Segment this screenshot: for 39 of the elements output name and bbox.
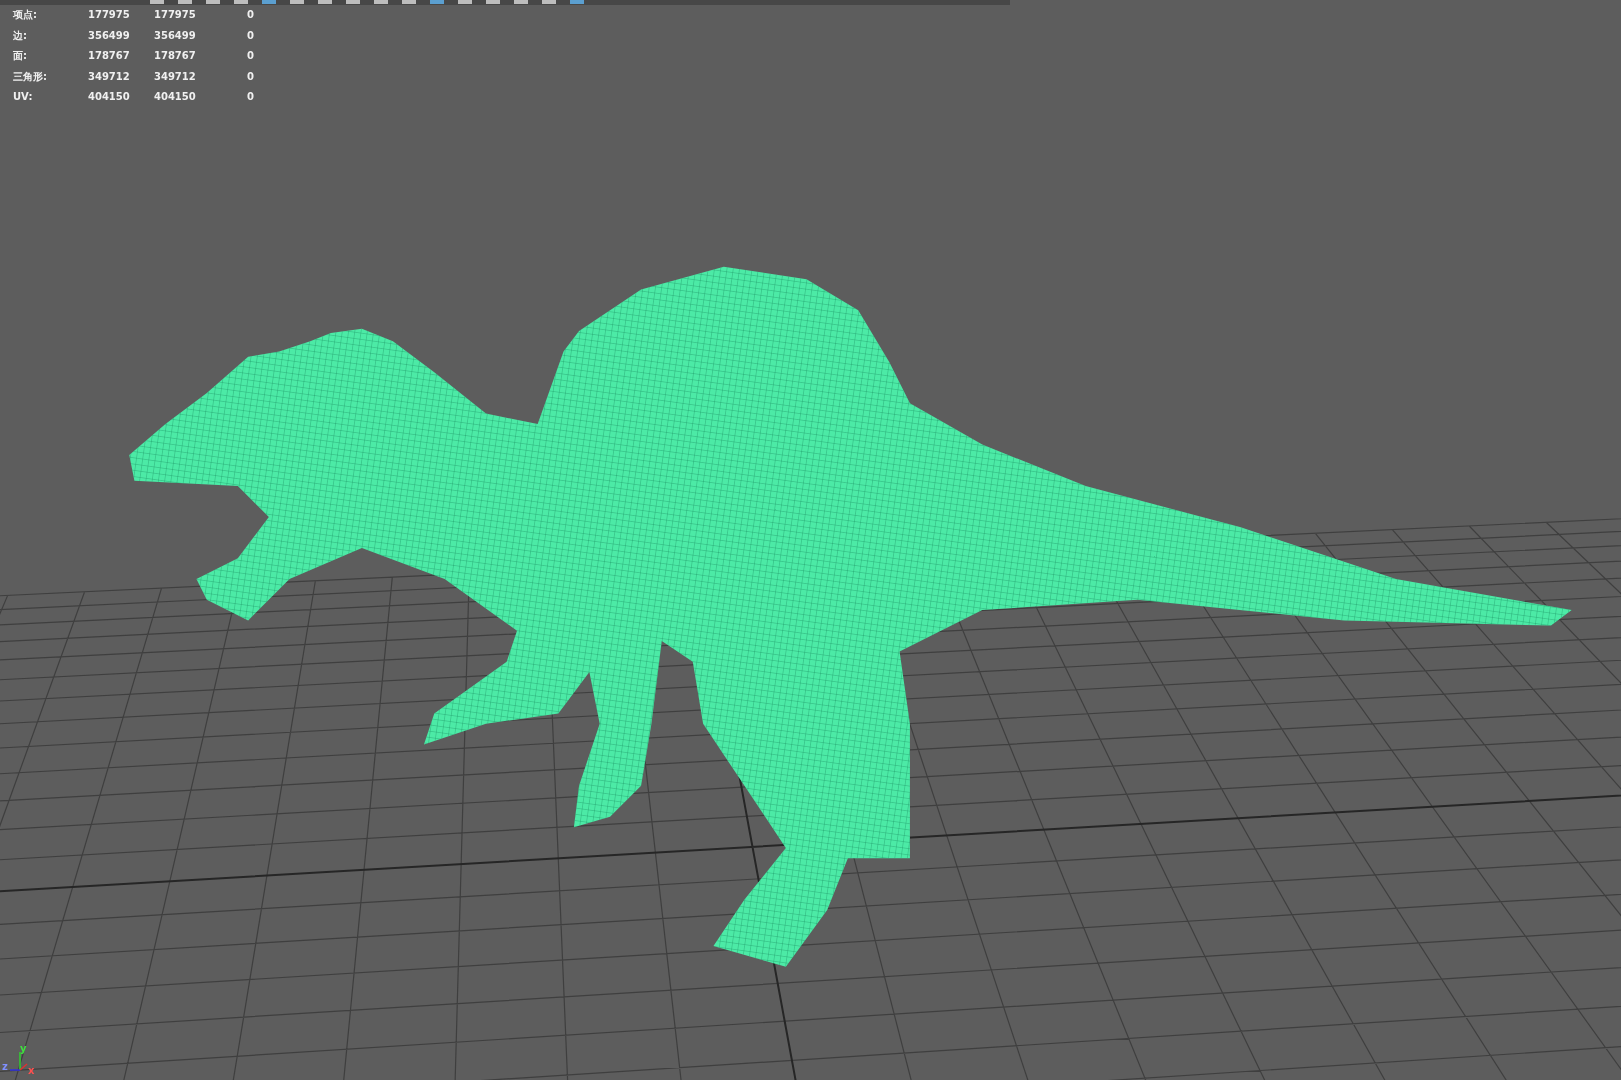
axis-label: x [28, 1066, 35, 1076]
stat-value: 177975 [88, 8, 131, 22]
stat-label: 边: [13, 28, 28, 43]
stat-value: 177975 [154, 8, 197, 22]
toolbar-icon[interactable] [346, 0, 360, 4]
stat-value: 178767 [154, 49, 197, 63]
stat-value: 349712 [154, 69, 197, 84]
stat-label: 项点: [13, 8, 38, 22]
toolbar-icon[interactable] [514, 0, 528, 4]
toolbar-icon[interactable] [234, 0, 248, 4]
toolbar-icon[interactable] [262, 0, 276, 4]
toolbar-icon[interactable] [178, 0, 192, 4]
toolbar-icon[interactable] [290, 0, 304, 4]
stat-value: 356499 [154, 28, 197, 43]
stat-label: 面: [13, 49, 28, 63]
toolbar-icon[interactable] [542, 0, 556, 4]
stat-value: 0 [246, 28, 255, 43]
stat-label: 三角形: [13, 69, 48, 84]
toolbar-icon[interactable] [570, 0, 584, 4]
axis-label: y [20, 1044, 27, 1054]
stat-value: 404150 [154, 90, 197, 104]
toolbar-icon[interactable] [318, 0, 332, 4]
stat-label: UV: [13, 90, 34, 104]
toolbar-icon[interactable] [486, 0, 500, 4]
toolbar-icon[interactable] [458, 0, 472, 4]
stat-value: 0 [246, 69, 255, 84]
axis-label: z [2, 1062, 8, 1072]
stat-value: 0 [246, 8, 255, 22]
stat-value: 0 [246, 49, 255, 63]
stat-value: 0 [246, 90, 255, 104]
toolbar-icon[interactable] [374, 0, 388, 4]
toolbar-icon[interactable] [430, 0, 444, 4]
stat-value: 349712 [88, 69, 131, 84]
toolbar-icon[interactable] [402, 0, 416, 4]
toolbar-icon[interactable] [206, 0, 220, 4]
stat-value: 404150 [88, 90, 131, 104]
toolbar-icon[interactable] [150, 0, 164, 4]
stat-value: 178767 [88, 49, 131, 63]
stat-value: 356499 [88, 28, 131, 43]
